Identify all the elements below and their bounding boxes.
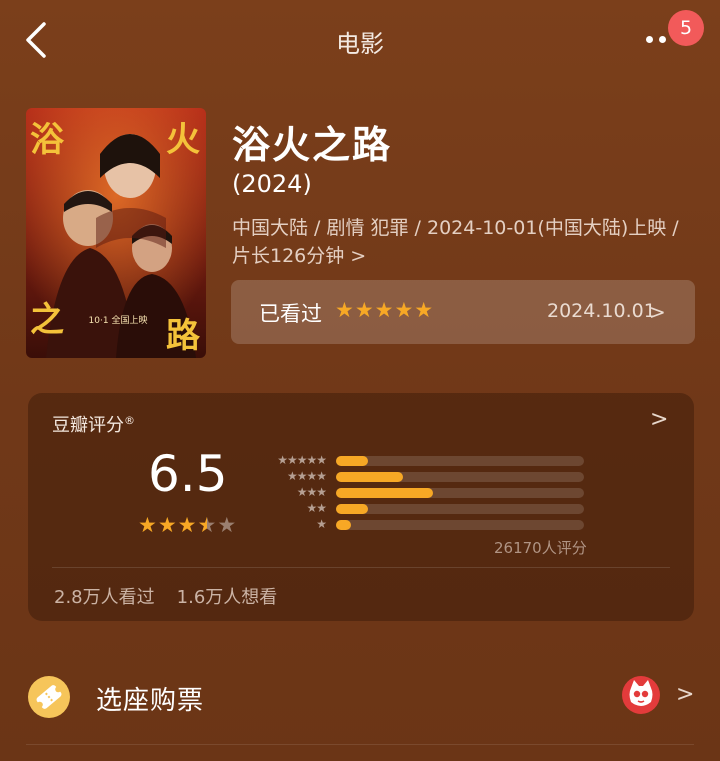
more-dot-icon xyxy=(646,36,653,43)
movie-title: 浴火之路 xyxy=(232,123,393,167)
distribution-row: ★★★★★ xyxy=(264,453,594,469)
chevron-right-icon: > xyxy=(350,245,367,267)
movie-poster[interactable]: 浴 火 之 路 10·1 全国上映 xyxy=(26,108,206,358)
distribution-row: ★★★★ xyxy=(264,469,594,485)
rating-label-text: 豆瓣评分 xyxy=(52,415,124,436)
distribution-bar xyxy=(336,472,403,482)
watched-count[interactable]: 2.8万人看过 xyxy=(54,587,155,608)
chevron-right-icon: > xyxy=(650,407,669,432)
movie-year: (2024) xyxy=(232,170,312,198)
poster-release-tag: 10·1 全国上映 xyxy=(88,316,148,326)
distribution-track xyxy=(336,520,584,530)
rating-count: 26170人评分 xyxy=(494,539,587,557)
poster-title-char: 路 xyxy=(166,316,200,356)
notification-badge[interactable]: 5 xyxy=(668,10,704,46)
distribution-bar xyxy=(336,520,351,530)
movie-meta-line: 片长126分钟 xyxy=(232,245,345,267)
want-to-watch-count[interactable]: 1.6万人想看 xyxy=(177,587,278,608)
poster-title-char: 火 xyxy=(166,120,200,160)
rating-star-half: ★ xyxy=(197,513,218,537)
rating-score: 6.5 xyxy=(148,445,228,503)
rating-distribution: ★★★★★ ★★★★ ★★★ ★★ ★ xyxy=(264,453,594,533)
movie-meta[interactable]: 中国大陆 / 剧情 犯罪 / 2024-10-01(中国大陆)上映 / 片长12… xyxy=(232,214,702,270)
distribution-stars: ★★ xyxy=(306,501,326,515)
more-dot-icon xyxy=(659,36,666,43)
divider xyxy=(26,744,694,745)
maoyan-cat-logo-icon[interactable] xyxy=(622,676,660,714)
distribution-stars: ★★★ xyxy=(296,485,327,499)
ticket-icon[interactable] xyxy=(28,676,70,718)
buy-tickets-button[interactable]: 选座购票 xyxy=(96,680,204,717)
top-bar: 电影 5 xyxy=(0,0,720,82)
watched-label: 已看过 xyxy=(259,302,322,326)
distribution-stars: ★ xyxy=(316,517,327,531)
distribution-track xyxy=(336,472,584,482)
page-title: 电影 xyxy=(336,30,384,58)
distribution-bar xyxy=(336,488,433,498)
watched-status-button[interactable]: 已看过 ★★★★★ 2024.10.01 > xyxy=(231,280,695,344)
registered-mark: ® xyxy=(124,414,135,427)
rating-label: 豆瓣评分® xyxy=(52,411,135,437)
divider xyxy=(52,567,670,568)
distribution-bar xyxy=(336,504,369,514)
watched-date: 2024.10.01 xyxy=(547,300,656,322)
rating-stars: ★★★★★ xyxy=(138,513,237,537)
cat-face-icon xyxy=(629,680,653,706)
movie-meta-line: 中国大陆 / 剧情 犯罪 / 2024-10-01(中国大陆)上映 / xyxy=(232,217,679,239)
rating-star-empty: ★ xyxy=(217,513,238,537)
chevron-right-icon: > xyxy=(649,300,666,324)
ticket-glyph-icon xyxy=(36,685,62,709)
my-rating-stars: ★★★★★ xyxy=(335,298,435,322)
poster-title-char: 之 xyxy=(30,300,64,340)
distribution-stars: ★★★★ xyxy=(286,469,327,483)
distribution-row: ★★ xyxy=(264,501,594,517)
poster-title-char: 浴 xyxy=(30,120,64,160)
distribution-bar xyxy=(336,456,369,466)
distribution-row: ★ xyxy=(264,517,594,533)
distribution-track xyxy=(336,456,584,466)
douban-rating-card[interactable]: 豆瓣评分® > 6.5 ★★★★★ ★★★★★ ★★★★ ★★★ ★★ ★ 26… xyxy=(28,393,694,621)
distribution-track xyxy=(336,488,584,498)
distribution-stars: ★★★★★ xyxy=(277,453,327,467)
distribution-row: ★★★ xyxy=(264,485,594,501)
distribution-track xyxy=(336,504,584,514)
watch-stats: 2.8万人看过 1.6万人想看 xyxy=(54,583,277,609)
chevron-right-icon: > xyxy=(676,682,695,707)
rating-stars-filled: ★★★ xyxy=(138,513,198,537)
